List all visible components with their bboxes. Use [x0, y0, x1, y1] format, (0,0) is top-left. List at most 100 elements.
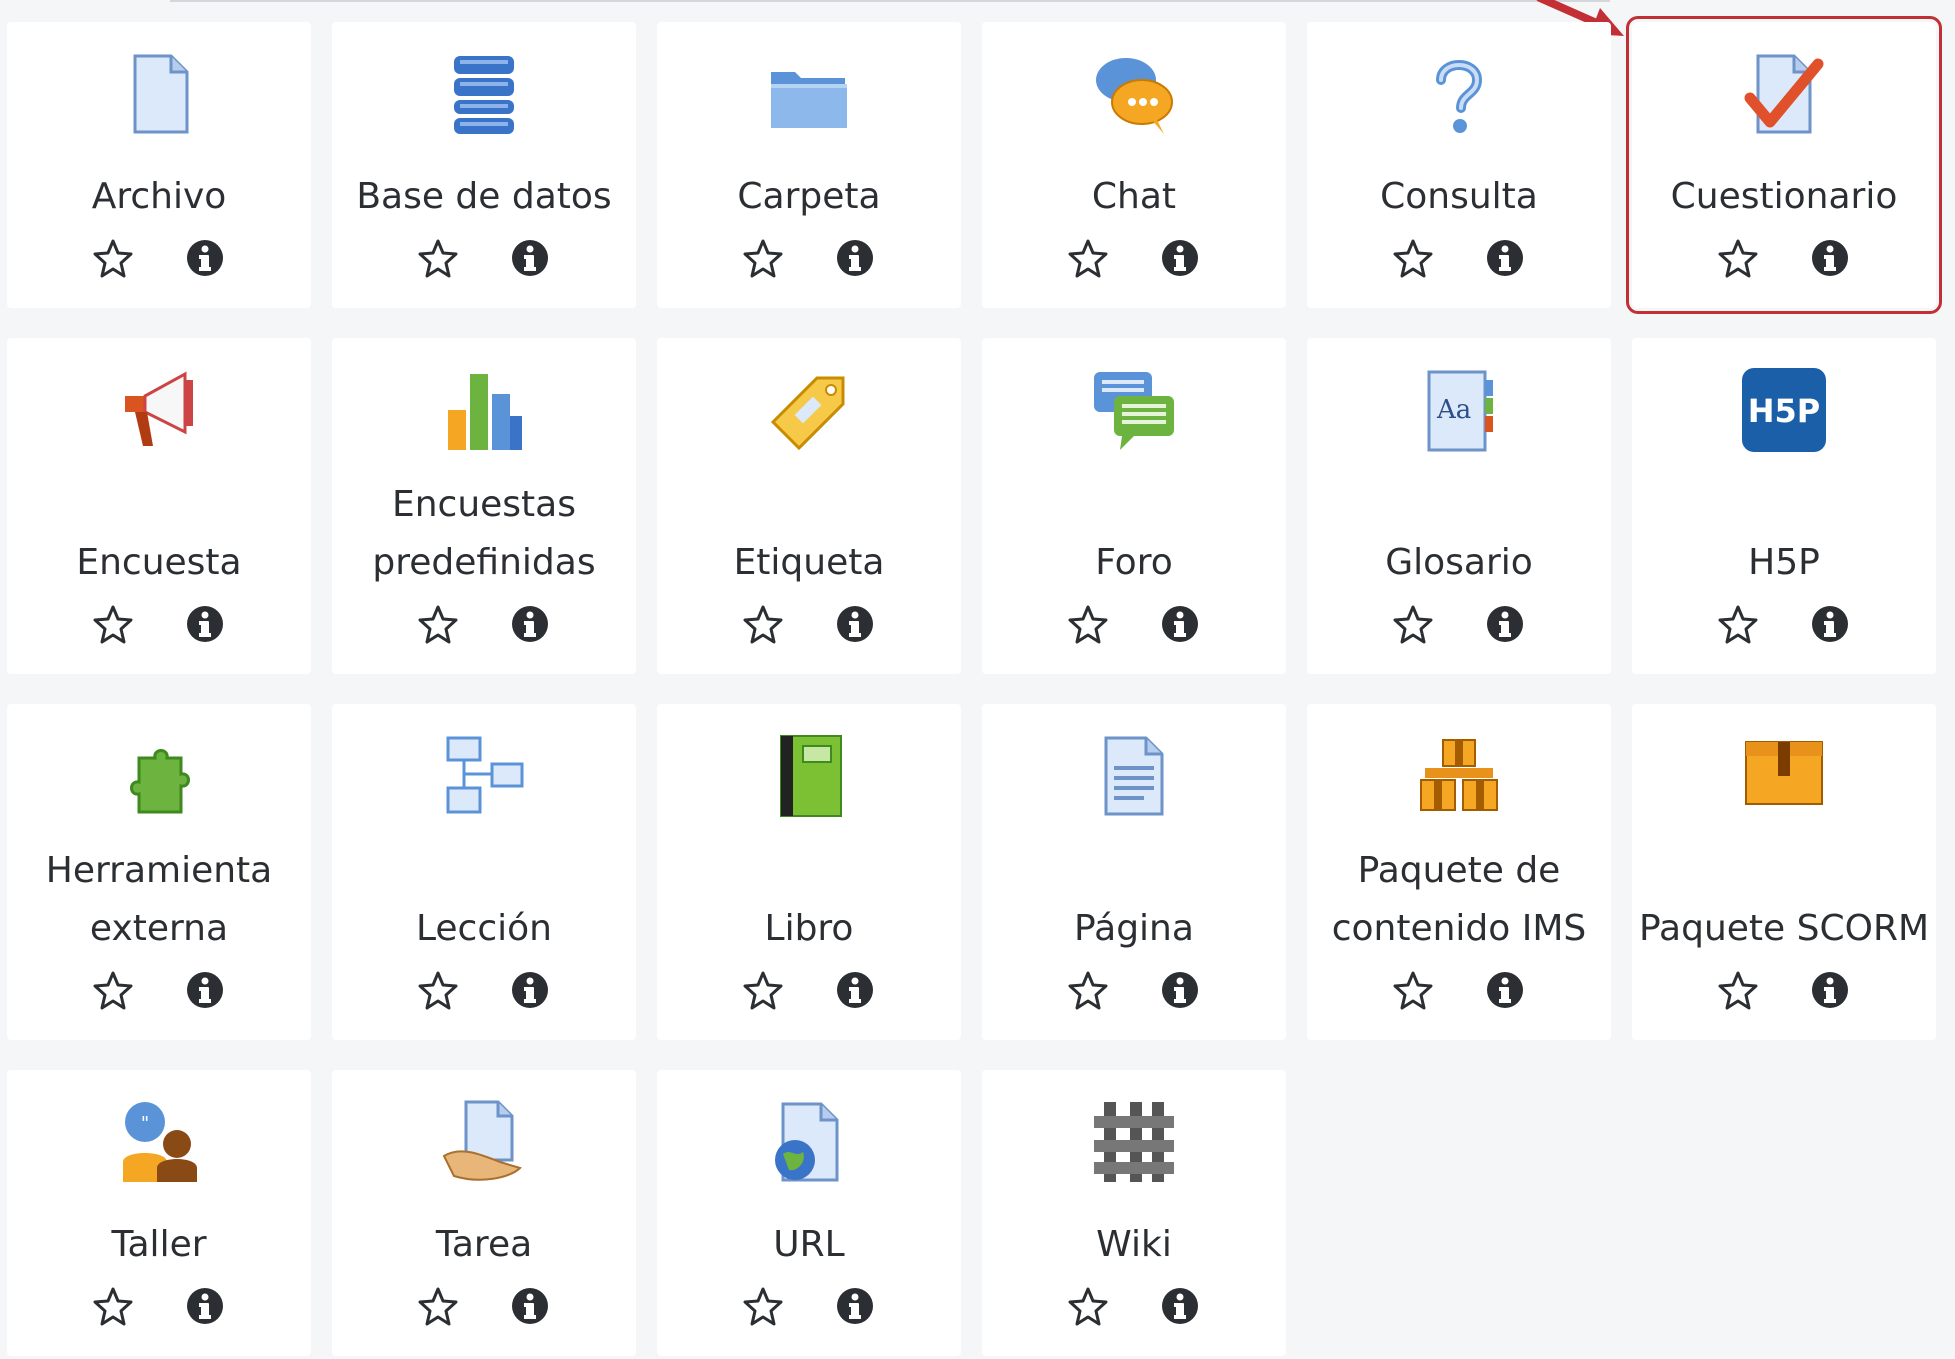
activity-label: H5P — [1748, 542, 1820, 583]
star-icon[interactable] — [1066, 968, 1110, 1012]
star-icon[interactable] — [416, 236, 460, 280]
star-icon[interactable] — [91, 236, 135, 280]
activity-tile-base-de-datos[interactable]: Base de datos — [332, 22, 636, 308]
info-icon[interactable] — [183, 236, 227, 280]
star-icon[interactable] — [1716, 968, 1760, 1012]
star-icon[interactable] — [91, 968, 135, 1012]
folder-icon — [765, 50, 853, 138]
tile-actions — [1391, 236, 1527, 280]
activity-tile-chat[interactable]: Chat — [982, 22, 1286, 308]
svg-text:H5P: H5P — [1748, 392, 1821, 430]
star-icon[interactable] — [1716, 236, 1760, 280]
activity-tile-cuestionario[interactable]: Cuestionario — [1626, 16, 1942, 314]
info-icon[interactable] — [1808, 602, 1852, 646]
star-icon[interactable] — [416, 1284, 460, 1328]
star-icon[interactable] — [1066, 236, 1110, 280]
info-icon[interactable] — [183, 602, 227, 646]
tile-actions — [1066, 602, 1202, 646]
activity-tile-foro[interactable]: Foro — [982, 338, 1286, 674]
book-icon — [765, 732, 853, 820]
url-icon — [765, 1098, 853, 1186]
h5p-icon: H5P — [1740, 366, 1828, 454]
page-icon — [1090, 732, 1178, 820]
activity-label: Glosario — [1385, 542, 1533, 583]
info-icon[interactable] — [1808, 968, 1852, 1012]
activity-tile-url[interactable]: URL — [657, 1070, 961, 1356]
activity-tile-etiqueta[interactable]: Etiqueta — [657, 338, 961, 674]
activity-label: Libro — [764, 908, 854, 949]
star-icon[interactable] — [416, 602, 460, 646]
info-icon[interactable] — [1158, 602, 1202, 646]
activity-label: URL — [773, 1224, 845, 1265]
activity-tile-taller[interactable]: " Taller — [7, 1070, 311, 1356]
info-icon[interactable] — [183, 1284, 227, 1328]
activity-tile-paquete-de-contenido-ims[interactable]: Paquete de contenido IMS — [1307, 704, 1611, 1040]
activity-label: Encuesta — [76, 542, 242, 583]
star-icon[interactable] — [91, 1284, 135, 1328]
star-icon[interactable] — [91, 602, 135, 646]
info-icon[interactable] — [1158, 1284, 1202, 1328]
activity-tile-herramienta-externa[interactable]: Herramienta externa — [7, 704, 311, 1040]
activity-tile-leccion[interactable]: Lección — [332, 704, 636, 1040]
star-icon[interactable] — [741, 602, 785, 646]
file-icon — [115, 50, 203, 138]
tile-actions — [1716, 968, 1852, 1012]
info-icon[interactable] — [833, 602, 877, 646]
activity-tile-carpeta[interactable]: Carpeta — [657, 22, 961, 308]
info-icon[interactable] — [508, 968, 552, 1012]
star-icon[interactable] — [741, 968, 785, 1012]
info-icon[interactable] — [508, 602, 552, 646]
star-icon[interactable] — [1391, 236, 1435, 280]
info-icon[interactable] — [508, 236, 552, 280]
star-icon[interactable] — [416, 968, 460, 1012]
activity-tile-consulta[interactable]: Consulta — [1307, 22, 1611, 308]
info-icon[interactable] — [833, 1284, 877, 1328]
activity-tile-glosario[interactable]: Aa Glosario — [1307, 338, 1611, 674]
info-icon[interactable] — [833, 968, 877, 1012]
activity-tile-archivo[interactable]: Archivo — [7, 22, 311, 308]
svg-text:": " — [141, 1113, 149, 1134]
activity-label: Paquete de contenido IMS — [1331, 850, 1587, 949]
choice-icon — [1415, 50, 1503, 138]
info-icon[interactable] — [1808, 236, 1852, 280]
activity-label: Lección — [415, 908, 552, 949]
activity-tile-pagina[interactable]: Página — [982, 704, 1286, 1040]
activity-tile-libro[interactable]: Libro — [657, 704, 961, 1040]
info-icon[interactable] — [183, 968, 227, 1012]
activity-label: Herramienta externa — [45, 850, 273, 949]
lesson-icon — [440, 732, 528, 820]
info-icon[interactable] — [1483, 602, 1527, 646]
activity-label: Paquete SCORM — [1638, 908, 1930, 949]
puzzle-icon — [115, 732, 203, 820]
tile-actions — [1066, 236, 1202, 280]
tile-actions — [1391, 602, 1527, 646]
activity-tile-h5p[interactable]: H5P H5P — [1632, 338, 1936, 674]
tile-actions — [416, 968, 552, 1012]
info-icon[interactable] — [1158, 968, 1202, 1012]
info-icon[interactable] — [833, 236, 877, 280]
star-icon[interactable] — [1391, 602, 1435, 646]
info-icon[interactable] — [1483, 968, 1527, 1012]
info-icon[interactable] — [1158, 236, 1202, 280]
activity-label: Consulta — [1380, 176, 1538, 217]
activity-tile-tarea[interactable]: Tarea — [332, 1070, 636, 1356]
info-icon[interactable] — [1483, 236, 1527, 280]
star-icon[interactable] — [1066, 602, 1110, 646]
top-divider — [170, 0, 1610, 2]
star-icon[interactable] — [1716, 602, 1760, 646]
tile-actions — [91, 236, 227, 280]
activity-label: Wiki — [1096, 1224, 1172, 1265]
activity-chooser-grid: Archivo Base de datos Carpeta Chat Consulta C… — [7, 16, 1942, 1356]
megaphone-icon — [115, 366, 203, 454]
activity-tile-encuesta[interactable]: Encuesta — [7, 338, 311, 674]
star-icon[interactable] — [741, 236, 785, 280]
star-icon[interactable] — [1066, 1284, 1110, 1328]
tile-actions — [416, 602, 552, 646]
activity-tile-encuestas-predefinidas[interactable]: Encuestas predefinidas — [332, 338, 636, 674]
star-icon[interactable] — [1391, 968, 1435, 1012]
tile-actions — [1391, 968, 1527, 1012]
activity-tile-paquete-scorm[interactable]: Paquete SCORM — [1632, 704, 1936, 1040]
star-icon[interactable] — [741, 1284, 785, 1328]
activity-tile-wiki[interactable]: Wiki — [982, 1070, 1286, 1356]
info-icon[interactable] — [508, 1284, 552, 1328]
